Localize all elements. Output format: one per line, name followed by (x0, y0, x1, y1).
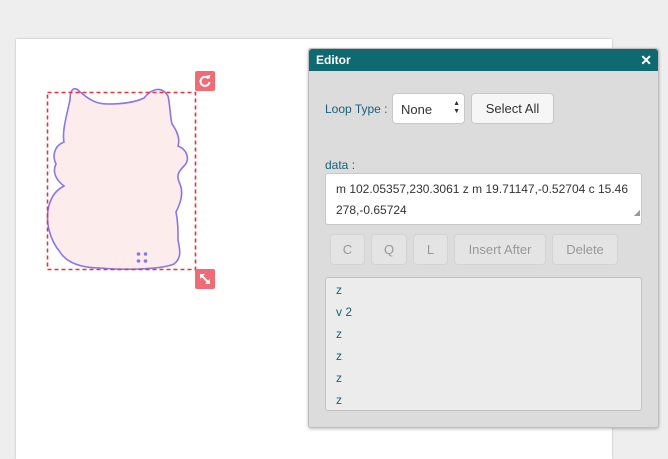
resize-icon (200, 274, 210, 284)
list-item[interactable]: v 2 (336, 305, 352, 319)
rotate-icon (199, 74, 211, 87)
insert-after-button[interactable]: Insert After (454, 234, 546, 265)
loop-type-label: Loop Type : (325, 102, 388, 116)
command-list[interactable]: z v 2 z z z z (325, 277, 642, 411)
cat-shape[interactable] (46, 87, 189, 270)
resize-handle[interactable] (195, 269, 215, 289)
loop-type-select[interactable]: None ▲ ▼ (392, 93, 465, 124)
rotate-handle[interactable] (195, 71, 215, 91)
list-item[interactable]: z (336, 283, 342, 297)
list-item[interactable]: z (336, 349, 342, 363)
list-item[interactable]: z (336, 371, 342, 385)
close-icon[interactable]: ✕ (640, 52, 652, 69)
editor-panel: Editor ✕ Loop Type : None ▲ ▼ Select All … (308, 48, 659, 428)
loop-type-value: None (401, 102, 433, 117)
editor-title: Editor (316, 53, 351, 67)
list-item[interactable]: z (336, 393, 342, 407)
q-button[interactable]: Q (371, 234, 407, 265)
editor-titlebar[interactable]: Editor ✕ (309, 49, 658, 71)
data-text: m 102.05357,230.3061 z m 19.71147,-0.527… (336, 182, 629, 217)
select-all-button[interactable]: Select All (471, 93, 554, 124)
select-arrows-icon: ▲ ▼ (453, 100, 460, 115)
textarea-resize-icon[interactable]: ◢ (634, 202, 640, 223)
list-item[interactable]: z (336, 327, 342, 341)
delete-button[interactable]: Delete (552, 234, 618, 265)
data-label: data : (325, 158, 356, 172)
l-button[interactable]: L (413, 234, 448, 265)
c-button[interactable]: C (330, 234, 365, 265)
data-textarea[interactable]: m 102.05357,230.3061 z m 19.71147,-0.527… (325, 173, 642, 225)
